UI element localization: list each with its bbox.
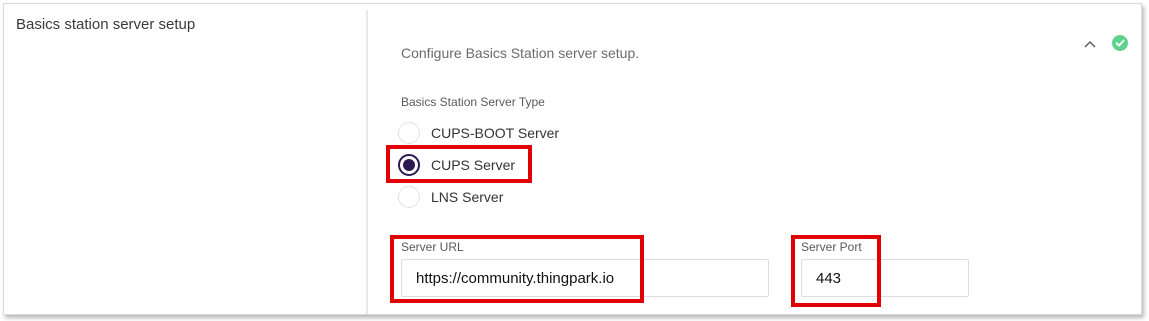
radio-lns-server[interactable]: LNS Server [398, 185, 503, 209]
section-description: Configure Basics Station server setup. [401, 45, 640, 61]
radio-label: LNS Server [431, 189, 504, 205]
radio-button[interactable] [398, 122, 420, 144]
radio-button-selected[interactable] [398, 154, 420, 176]
server-port-input[interactable] [801, 259, 969, 297]
server-url-label: Server URL [401, 240, 464, 254]
radio-label: CUPS Server [431, 157, 516, 173]
check-circle-icon [1112, 35, 1128, 51]
column-divider [366, 10, 368, 314]
server-type-label: Basics Station Server Type [401, 95, 545, 109]
server-url-input[interactable] [401, 259, 769, 297]
section-title: Basics station server setup [16, 16, 196, 33]
server-port-label: Server Port [801, 240, 862, 254]
radio-button[interactable] [398, 186, 420, 208]
radio-cups-boot-server[interactable]: CUPS-BOOT Server [398, 121, 559, 145]
radio-label: CUPS-BOOT Server [431, 125, 560, 141]
chevron-up-icon[interactable] [1082, 37, 1098, 51]
basics-station-panel: Basics station server setup Configure Ba… [3, 3, 1142, 315]
radio-cups-server[interactable]: CUPS Server [398, 153, 515, 177]
